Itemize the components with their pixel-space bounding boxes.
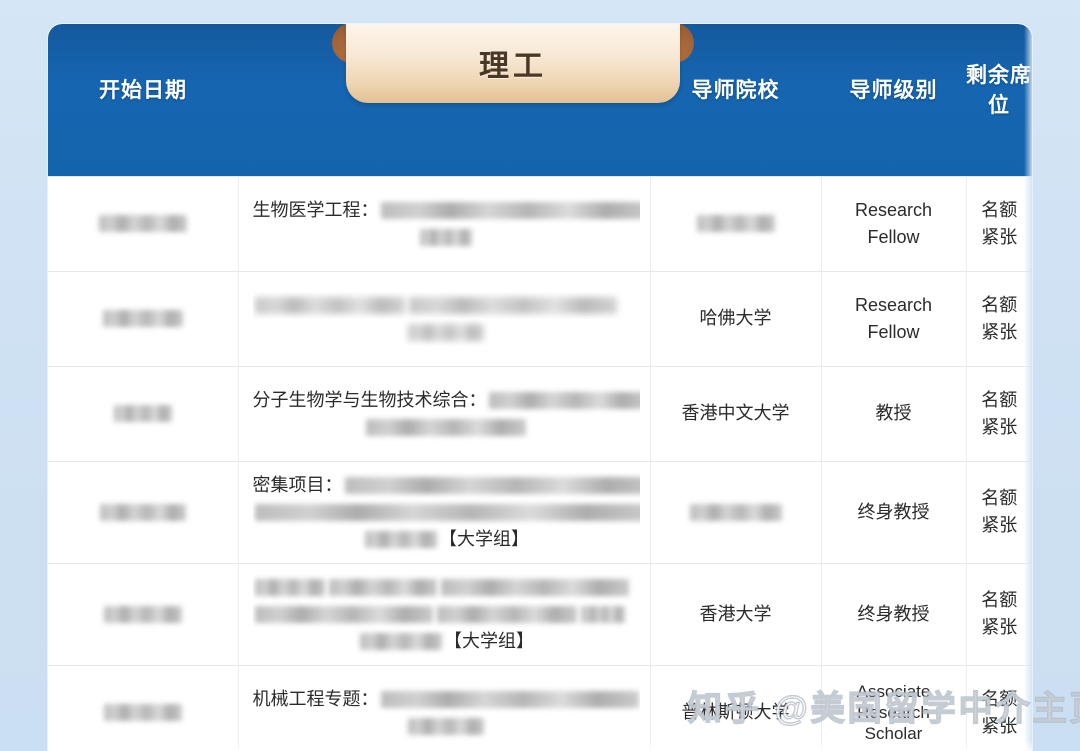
cell-mentor-level: Research Fellow: [821, 175, 967, 271]
column-header-start-date[interactable]: 开始日期: [48, 24, 238, 176]
plaque-body: 理工: [346, 24, 680, 103]
table-row[interactable]: 机械工程专题： 普林斯顿大学 Associate Research Schola…: [48, 664, 1032, 751]
cell-remaining-seats: 名额紧张: [966, 365, 1032, 461]
redacted-school: [689, 503, 782, 521]
redacted-project-text: [254, 605, 433, 623]
cell-mentor-level: Research Fellow: [821, 270, 967, 366]
cell-mentor-school: 普林斯顿大学: [650, 664, 822, 751]
cell-remaining-seats: 名额紧张: [966, 175, 1032, 271]
cell-remaining-seats: 名额紧张: [966, 664, 1032, 751]
cell-mentor-level: 终身教授: [821, 460, 967, 563]
redacted-project-text: [380, 201, 640, 219]
cell-start-date: [48, 460, 239, 563]
table-row[interactable]: 分子生物学与生物技术综合： 香港中文大学 教授 名额紧张: [48, 365, 1032, 461]
redacted-date: [103, 704, 182, 722]
project-group-label: 【大学组】: [444, 630, 534, 651]
redacted-project-text: [420, 228, 472, 246]
redacted-project-text: [488, 391, 640, 409]
section-title: 理工: [479, 50, 547, 83]
redacted-date: [102, 310, 183, 327]
redacted-project-text: [328, 578, 437, 596]
cell-project: 生物医学工程：: [238, 175, 651, 271]
cell-remaining-seats: 名额紧张: [966, 460, 1032, 563]
table-row[interactable]: 密集项目： 【大学组】 终身教授 名额紧张: [48, 460, 1032, 563]
cell-mentor-level: 教授: [821, 365, 967, 461]
redacted-date: [98, 215, 187, 232]
project-group-label: 【大学组】: [439, 528, 529, 549]
redacted-project-text: [360, 632, 442, 650]
redacted-project-text: [254, 503, 640, 521]
project-label: 密集项目：: [252, 474, 343, 495]
cell-mentor-school: 香港大学: [650, 562, 822, 665]
cell-start-date: [48, 270, 239, 366]
table-row[interactable]: 哈佛大学 Research Fellow 名额紧张: [48, 270, 1032, 366]
cell-start-date: [48, 664, 239, 751]
cell-project: 分子生物学与生物技术综合：: [238, 365, 651, 461]
redacted-date: [103, 605, 182, 623]
section-title-plaque: 理工: [332, 24, 694, 107]
cell-project: 【大学组】: [238, 562, 651, 665]
redacted-project-text: [254, 578, 325, 596]
redacted-project-text: [408, 717, 484, 735]
project-label: 分子生物学与生物技术综合：: [252, 389, 487, 410]
cell-mentor-school: [650, 460, 822, 563]
redacted-project-text: [380, 690, 639, 708]
project-label: 生物医学工程：: [252, 199, 379, 220]
cell-mentor-school: [650, 175, 822, 271]
program-table-card: 理工 开始日期 项目 导师院校 导师级别 剩余席位: [48, 24, 1032, 751]
redacted-date: [99, 503, 186, 521]
table-body: 生物医学工程： Research Fellow 名额紧张 哈佛大学 Resear…: [48, 175, 1032, 751]
cell-start-date: [48, 562, 239, 665]
redacted-project-text: [408, 296, 617, 314]
redacted-project-text: [344, 476, 640, 494]
cell-start-date: [48, 365, 239, 461]
redacted-project-text: [436, 605, 577, 623]
cell-remaining-seats: 名额紧张: [966, 562, 1032, 665]
cell-project: [238, 270, 651, 366]
table-row[interactable]: 【大学组】 香港大学 终身教授 名额紧张: [48, 562, 1032, 665]
redacted-project-text: [440, 578, 629, 596]
table-row[interactable]: 生物医学工程： Research Fellow 名额紧张: [48, 175, 1032, 271]
column-header-remaining-seats[interactable]: 剩余席位: [966, 24, 1032, 176]
cell-project: 机械工程专题：: [238, 664, 651, 751]
redacted-school: [696, 215, 775, 232]
redacted-project-text: [366, 418, 526, 436]
redacted-project-text: [365, 530, 437, 548]
cell-mentor-level: Associate Research Scholar: [821, 664, 967, 751]
cell-project: 密集项目： 【大学组】: [238, 460, 651, 563]
project-label: 机械工程专题：: [252, 688, 379, 709]
redacted-date: [113, 405, 172, 422]
redacted-project-text: [254, 296, 405, 314]
redacted-project-text: [580, 605, 625, 623]
cell-remaining-seats: 名额紧张: [966, 270, 1032, 366]
column-header-mentor-level[interactable]: 导师级别: [821, 24, 966, 176]
cell-mentor-school: 香港中文大学: [650, 365, 822, 461]
redacted-project-text: [408, 323, 484, 341]
program-table: 开始日期 项目 导师院校 导师级别 剩余席位 生物医学工程：: [48, 24, 1032, 751]
cell-mentor-school: 哈佛大学: [650, 270, 822, 366]
cell-mentor-level: 终身教授: [821, 562, 967, 665]
cell-start-date: [48, 175, 239, 271]
